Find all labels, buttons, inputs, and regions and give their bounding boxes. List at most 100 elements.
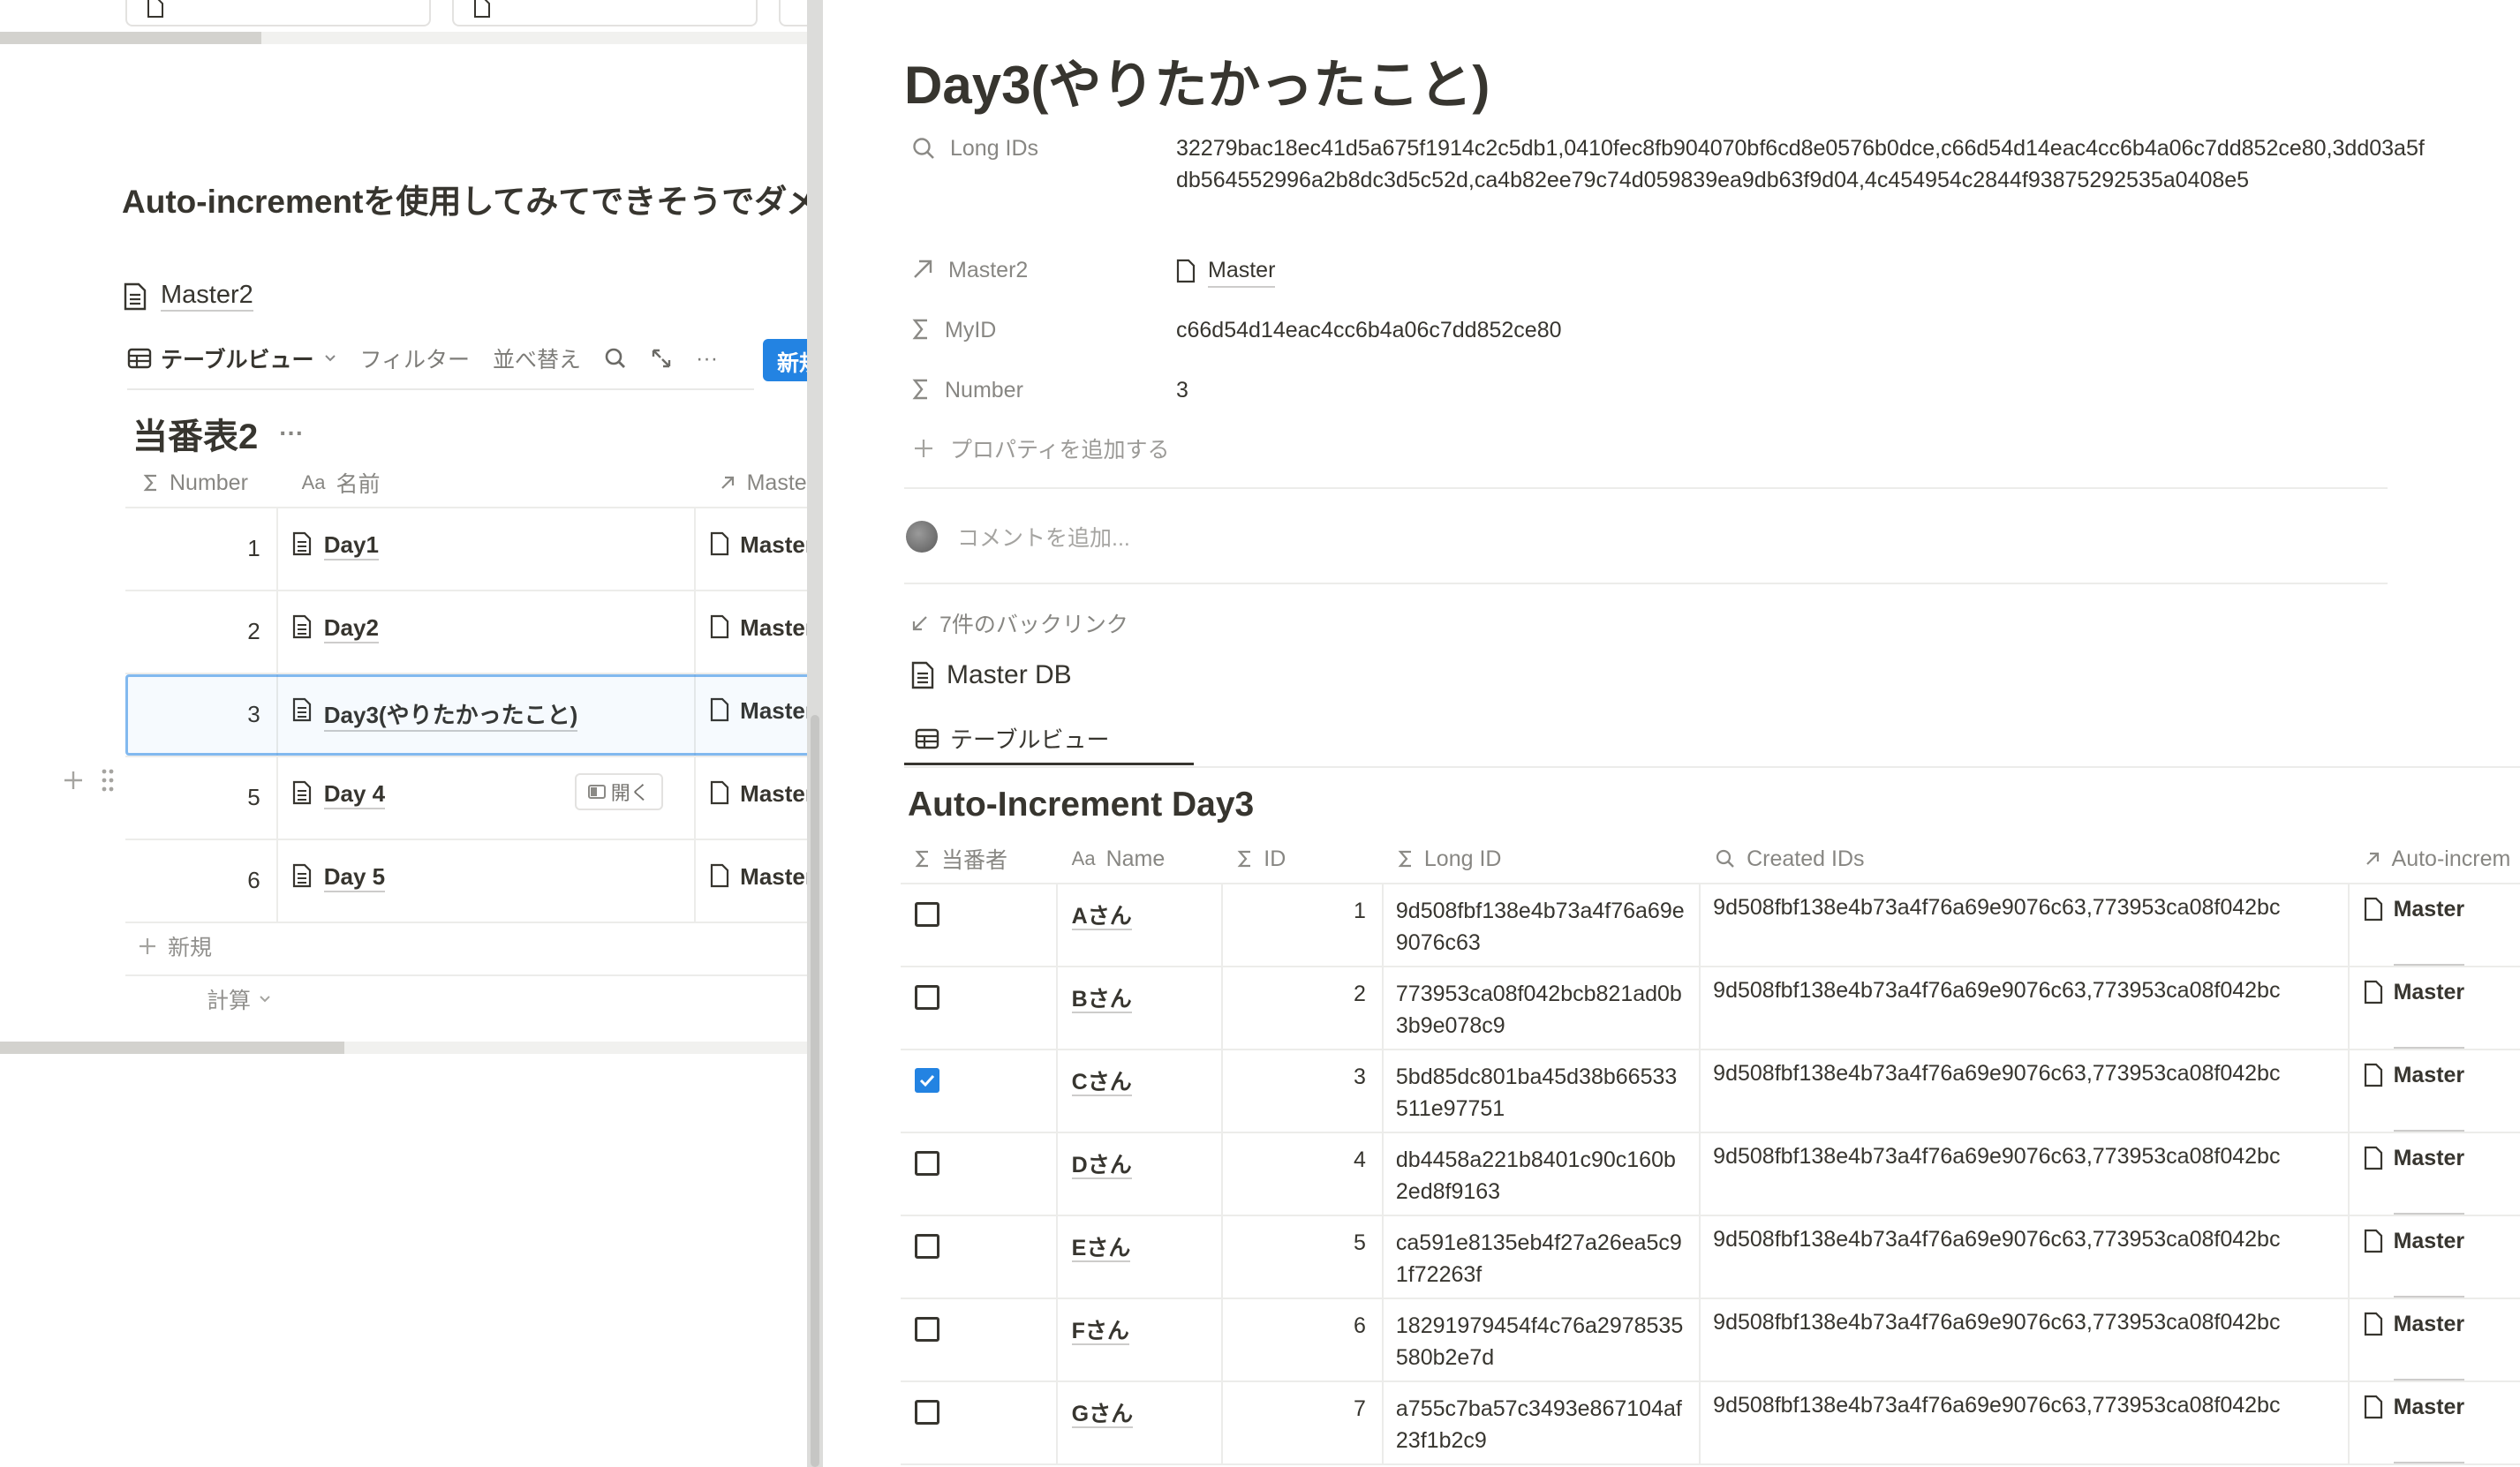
search-icon[interactable] — [604, 347, 627, 370]
add-new-row-button[interactable]: 新規 — [138, 930, 212, 962]
page-title[interactable]: Day3(やりたかったこと) — [904, 42, 1490, 119]
relation-cell[interactable]: Master — [2350, 1382, 2520, 1463]
database-title[interactable]: Auto-Increment Day3 — [908, 786, 1254, 824]
master-cell[interactable]: Master — [696, 674, 807, 756]
table-row[interactable]: Gさん 7 a755c7ba57c3493e867104af23f1b2c9 9… — [901, 1382, 2520, 1465]
master-cell[interactable]: Master — [696, 591, 807, 673]
vertical-scrollbar-thumb[interactable] — [811, 715, 819, 1467]
table-row[interactable]: 2 Day2 Master — [125, 591, 807, 674]
created-ids-cell[interactable]: 9d508fbf138e4b73a4f76a69e9076c63,773953c… — [1701, 1050, 2350, 1132]
row-title[interactable]: Aさん — [1071, 904, 1132, 930]
property-value[interactable]: Master — [1176, 254, 2430, 288]
created-ids-cell[interactable]: 9d508fbf138e4b73a4f76a69e9076c63,773953c… — [1701, 1133, 2350, 1215]
id-cell[interactable]: 5 — [1223, 1216, 1384, 1298]
assignee-checkbox-cell[interactable] — [901, 1216, 1058, 1298]
long-id-cell[interactable]: a755c7ba57c3493e867104af23f1b2c9 — [1384, 1382, 1701, 1463]
name-cell[interactable]: Eさん — [1058, 1216, 1224, 1298]
assignee-checkbox-cell[interactable] — [901, 1382, 1058, 1463]
long-id-cell[interactable]: db4458a221b8401c90c160b2ed8f9163 — [1384, 1133, 1701, 1215]
long-id-cell[interactable]: ca591e8135eb4f27a26ea5c91f72263f — [1384, 1216, 1701, 1298]
sort-button[interactable]: 並べ替え — [493, 342, 581, 374]
created-ids-cell[interactable]: 9d508fbf138e4b73a4f76a69e9076c63,773953c… — [1701, 967, 2350, 1049]
table-row[interactable]: Eさん 5 ca591e8135eb4f27a26ea5c91f72263f 9… — [901, 1216, 2520, 1299]
column-header-name[interactable]: Aa Name — [1058, 835, 1224, 883]
tab-table-view[interactable]: テーブルビュー — [915, 722, 1109, 755]
checkbox[interactable] — [915, 985, 939, 1010]
calculate-button[interactable]: 計算 — [207, 983, 272, 1015]
add-row-icon[interactable] — [62, 769, 85, 792]
table-row[interactable]: Aさん 1 9d508fbf138e4b73a4f76a69e9076c63 9… — [901, 884, 2520, 967]
checkbox[interactable] — [915, 1151, 939, 1176]
property-value[interactable]: 3 — [1176, 374, 2430, 406]
name-cell[interactable]: Cさん — [1058, 1050, 1224, 1132]
id-cell[interactable]: 2 — [1223, 967, 1384, 1049]
relation-value[interactable]: Master — [740, 780, 807, 839]
relation-value[interactable]: Master — [740, 531, 807, 590]
number-cell[interactable]: 5 — [125, 757, 278, 839]
backlinks-toggle[interactable]: 7件のバックリンク — [911, 607, 1128, 639]
property-name[interactable]: MyID — [911, 314, 1176, 346]
id-cell[interactable]: 6 — [1223, 1299, 1384, 1380]
row-title[interactable]: Day1 — [323, 531, 379, 560]
more-options-button[interactable]: ··· — [696, 346, 718, 372]
row-title[interactable]: Day 4 — [323, 780, 386, 809]
database-title-more-button[interactable]: ··· — [279, 419, 304, 448]
relation-cell[interactable]: Master — [2350, 1299, 2520, 1380]
comment-input[interactable]: コメントを追加... — [906, 521, 1130, 553]
table-row[interactable]: Cさん 3 5bd85dc801ba45d38b66533511e97751 9… — [901, 1050, 2520, 1133]
column-header-relation[interactable]: Auto-increm — [2350, 835, 2520, 883]
checkbox-checked[interactable] — [915, 1068, 939, 1093]
view-selector[interactable]: テーブルビュー — [127, 342, 337, 374]
property-value[interactable]: 32279bac18ec41d5a675f1914c2c5db1,0410fec… — [1176, 132, 2430, 196]
name-cell[interactable]: Day3(やりたかったこと) — [278, 674, 697, 756]
relation-value[interactable]: Master — [740, 697, 807, 756]
name-cell[interactable]: Aさん — [1058, 884, 1224, 966]
row-title[interactable]: Day2 — [323, 614, 379, 643]
row-title[interactable]: Dさん — [1071, 1153, 1132, 1179]
name-cell[interactable]: Fさん — [1058, 1299, 1224, 1380]
relation-value[interactable]: Master — [1208, 254, 1276, 288]
scrollbar-thumb[interactable] — [0, 1042, 344, 1054]
row-title[interactable]: Cさん — [1071, 1070, 1132, 1096]
relation-value[interactable]: Master — [740, 863, 807, 922]
relation-cell[interactable]: Master — [2350, 1050, 2520, 1132]
id-cell[interactable]: 1 — [1223, 884, 1384, 966]
relation-value[interactable]: Master — [2393, 1395, 2465, 1463]
assignee-checkbox-cell[interactable] — [901, 884, 1058, 966]
relation-value[interactable]: Master — [2393, 1063, 2465, 1132]
property-name[interactable]: Master2 — [911, 254, 1176, 288]
name-cell[interactable]: Dさん — [1058, 1133, 1224, 1215]
relation-cell[interactable]: Master — [2350, 967, 2520, 1049]
add-property-button[interactable]: プロパティを追加する — [913, 433, 1170, 464]
relation-value[interactable]: Master — [740, 614, 807, 673]
assignee-checkbox-cell[interactable] — [901, 1050, 1058, 1132]
name-cell[interactable]: Day2 — [278, 591, 697, 673]
checkbox[interactable] — [915, 902, 939, 927]
relation-value[interactable]: Master — [2393, 980, 2465, 1049]
name-cell[interactable]: Gさん — [1058, 1382, 1224, 1463]
column-header-number[interactable]: Number — [125, 459, 281, 507]
relation-value[interactable]: Master — [2393, 1229, 2465, 1298]
long-id-cell[interactable]: 5bd85dc801ba45d38b66533511e97751 — [1384, 1050, 1701, 1132]
row-title[interactable]: Bさん — [1071, 987, 1132, 1013]
column-header-id[interactable]: ID — [1223, 835, 1384, 883]
assignee-checkbox-cell[interactable] — [901, 1299, 1058, 1380]
number-cell[interactable]: 2 — [125, 591, 278, 673]
table-row[interactable]: Fさん 6 18291979454f4c76a2978535580b2e7d 9… — [901, 1299, 2520, 1382]
long-id-cell[interactable]: 18291979454f4c76a2978535580b2e7d — [1384, 1299, 1701, 1380]
relation-cell[interactable]: Master — [2350, 1133, 2520, 1215]
id-cell[interactable]: 4 — [1223, 1133, 1384, 1215]
new-button[interactable]: 新規 — [763, 339, 807, 381]
name-cell[interactable]: Bさん — [1058, 967, 1224, 1049]
table-row[interactable]: Dさん 4 db4458a221b8401c90c160b2ed8f9163 9… — [901, 1133, 2520, 1216]
name-cell[interactable]: Day 4 開く — [278, 757, 697, 839]
id-cell[interactable]: 7 — [1223, 1382, 1384, 1463]
relation-value[interactable]: Master — [2393, 1312, 2465, 1380]
filter-button[interactable]: フィルター — [360, 342, 471, 374]
relation-cell[interactable]: Master — [2350, 1216, 2520, 1298]
master-cell[interactable]: Master — [696, 757, 807, 839]
row-title[interactable]: Eさん — [1071, 1236, 1131, 1262]
relation-value[interactable]: Master — [2393, 1146, 2465, 1215]
id-cell[interactable]: 3 — [1223, 1050, 1384, 1132]
property-name[interactable]: Long IDs — [911, 132, 1176, 196]
